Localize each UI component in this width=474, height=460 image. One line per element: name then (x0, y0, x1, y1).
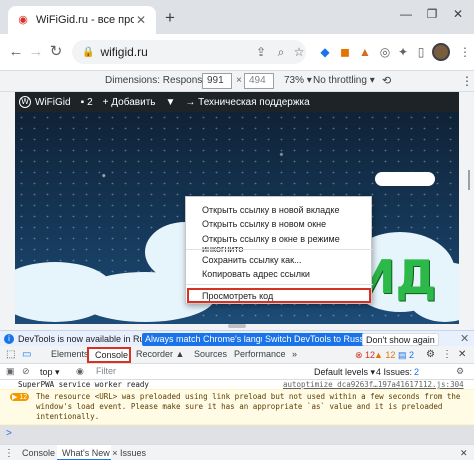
extension-orange-icon[interactable]: ◼ (336, 42, 354, 62)
comment-icon: ▪ (80, 96, 85, 108)
avatar[interactable] (432, 43, 450, 61)
reload-icon[interactable]: ↻ (46, 42, 66, 62)
width-input[interactable]: 991 (202, 73, 232, 89)
tab-elements[interactable]: Elements (51, 349, 89, 359)
zoom-icon[interactable]: ⌕ (272, 42, 290, 62)
drawer-menu-icon[interactable]: ⋮ (4, 448, 14, 459)
context-menu: Открыть ссылку в новой вкладке Открыть с… (185, 196, 373, 304)
warning-count: 12 (385, 350, 396, 360)
height-input[interactable]: 494 (244, 73, 274, 89)
tab-console[interactable]: Console (87, 347, 131, 363)
devtools-drawer: ⋮ Console What's New × Issues ✕ (0, 444, 474, 460)
wp-admin-bar: W WiFiGid ▪ 2 + Добавить ▼ → Техническая… (15, 92, 459, 112)
warning-message: ▶ 12 The resource <URL> was preloaded us… (0, 389, 474, 425)
drawer-tab-issues[interactable]: Issues (120, 448, 146, 458)
drawer-tab-whats-new[interactable]: What's New × (62, 448, 118, 458)
close-drawer-icon[interactable]: ✕ (460, 448, 468, 459)
inspect-element-icon[interactable]: ⬚ (6, 349, 15, 360)
wordpress-logo-icon[interactable]: W (19, 96, 31, 108)
menu-open-new-tab[interactable]: Открыть ссылку в новой вкладке (202, 205, 339, 215)
sidebar-toggle-icon[interactable]: ▣ (6, 366, 15, 377)
issues-label[interactable]: 4 Issues: (376, 367, 412, 377)
bookmark-star-icon[interactable]: ☆ (290, 42, 308, 62)
share-icon[interactable]: ⇪ (252, 42, 270, 62)
more-tabs-icon[interactable]: » (292, 349, 297, 359)
menu-open-new-window[interactable]: Открыть ссылку в новом окне (202, 219, 326, 229)
menu-inspect[interactable]: Просмотреть код (187, 288, 371, 303)
wp-support-link[interactable]: → Техническая поддержка (185, 97, 309, 108)
clear-console-icon[interactable]: ⊘ (22, 366, 30, 377)
menu-divider (186, 284, 373, 285)
extension-blue-icon[interactable]: ◆ (316, 42, 334, 62)
console-prompt[interactable]: > (6, 428, 12, 439)
filter-input[interactable]: Filter (96, 366, 296, 378)
menu-divider (186, 249, 373, 250)
console-log-message: SuperPWA service worker ready (18, 380, 149, 389)
menu-open-incognito[interactable]: Открыть ссылку в окне в режиме инкогнито (202, 234, 371, 254)
browser-tab[interactable]: ◉ WiFiGid.ru - все про WiFi и бесп ✕ (8, 6, 156, 34)
devtools-infobar: i DevTools is now available in Russian! … (0, 330, 474, 346)
warning-repeat-badge: ▶ 12 (10, 393, 30, 401)
wp-add-new[interactable]: + Добавить (103, 97, 156, 108)
metamask-icon[interactable]: ▲ (356, 42, 374, 62)
address-bar[interactable]: 🔒 wifigid.ru (72, 40, 306, 64)
device-more-icon[interactable]: ⋮ (461, 74, 473, 88)
drawer-tab-console[interactable]: Console (22, 448, 55, 458)
close-infobar-icon[interactable]: ✕ (460, 332, 469, 345)
tab-title: WiFiGid.ru - все про WiFi и бесп (36, 14, 134, 26)
url-text: wifigid.ru (100, 45, 148, 59)
warning-repeat-count: 12 (19, 394, 28, 401)
page-resize-handle[interactable] (228, 324, 246, 328)
device-toolbar: Dimensions: Responsive ▾ 991 × 494 73% ▾… (0, 70, 474, 92)
warning-line: window's load event. Please make sure it… (36, 402, 443, 411)
zoom-select[interactable]: 73% ▾ (284, 75, 312, 86)
wifi-favicon-icon: ◉ (18, 14, 28, 26)
forward-icon[interactable]: → (26, 42, 46, 62)
back-icon[interactable]: ← (6, 42, 26, 62)
source-link[interactable]: autoptimize_dca9263f…197a41617112.js:304 (283, 380, 464, 389)
info-icon: i (4, 333, 14, 344)
devtools-tabbar: ⬚ ▭ Elements Console Recorder ▲ Sources … (0, 346, 474, 364)
console-messages: SuperPWA service worker ready autoptimiz… (0, 380, 474, 425)
menu-kebab-icon[interactable]: ⋮ (456, 42, 474, 62)
wp-plugin-icon[interactable]: ▼ (165, 97, 175, 108)
tab-performance[interactable]: Performance (234, 349, 286, 359)
context-select[interactable]: top ▾ (40, 367, 60, 378)
warning-line: The resource <URL> was preloaded using l… (36, 392, 461, 401)
tab-recorder[interactable]: Recorder ▲ (136, 349, 184, 359)
maximize-icon[interactable]: ❐ (421, 4, 443, 24)
close-devtools-icon[interactable]: ✕ (458, 349, 466, 360)
rotate-icon[interactable]: ⟲ (382, 74, 391, 87)
resize-handle[interactable] (466, 150, 472, 210)
wp-site-link[interactable]: WiFiGid (35, 97, 71, 108)
extension-gray-icon[interactable]: ◎ (376, 42, 394, 62)
sidebar-icon[interactable]: ▯ (412, 42, 430, 62)
dont-show-button[interactable]: Don't show again (362, 333, 439, 346)
settings-gear-icon[interactable]: ⚙ (426, 349, 435, 360)
minimize-icon[interactable]: — (395, 4, 417, 24)
times-icon: × (236, 75, 242, 86)
console-settings-icon[interactable]: ⚙ (456, 366, 464, 377)
menu-save-link[interactable]: Сохранить ссылку как... (202, 255, 302, 265)
throttling-select[interactable]: No throttling ▾ (313, 75, 375, 86)
issues-count: 2 (409, 350, 415, 360)
tab-sources[interactable]: Sources (194, 349, 227, 359)
extensions-puzzle-icon[interactable]: ✦ (394, 42, 412, 62)
warning-line: intentionally. (36, 412, 100, 421)
new-tab-button[interactable]: + (160, 9, 180, 29)
devtools-menu-icon[interactable]: ⋮ (442, 349, 452, 360)
console-toolbar: ▣ ⊘ top ▾ ◉ Filter Default levels ▾ 4 Is… (0, 364, 474, 380)
issues-badge[interactable]: 2 (414, 367, 419, 377)
close-tab-icon[interactable]: ✕ (134, 13, 148, 27)
issues-count-badge[interactable]: ▤ 2 (395, 349, 417, 361)
levels-select[interactable]: Default levels ▾ (314, 367, 375, 378)
menu-copy-link[interactable]: Копировать адрес ссылки (202, 269, 310, 279)
close-window-icon[interactable]: ✕ (447, 4, 469, 24)
eye-icon[interactable]: ◉ (76, 366, 84, 377)
lock-icon: 🔒 (82, 46, 95, 58)
wp-comments-count[interactable]: 2 (87, 97, 93, 108)
device-toggle-icon[interactable]: ▭ (22, 349, 31, 360)
cloud-shape (375, 172, 435, 186)
